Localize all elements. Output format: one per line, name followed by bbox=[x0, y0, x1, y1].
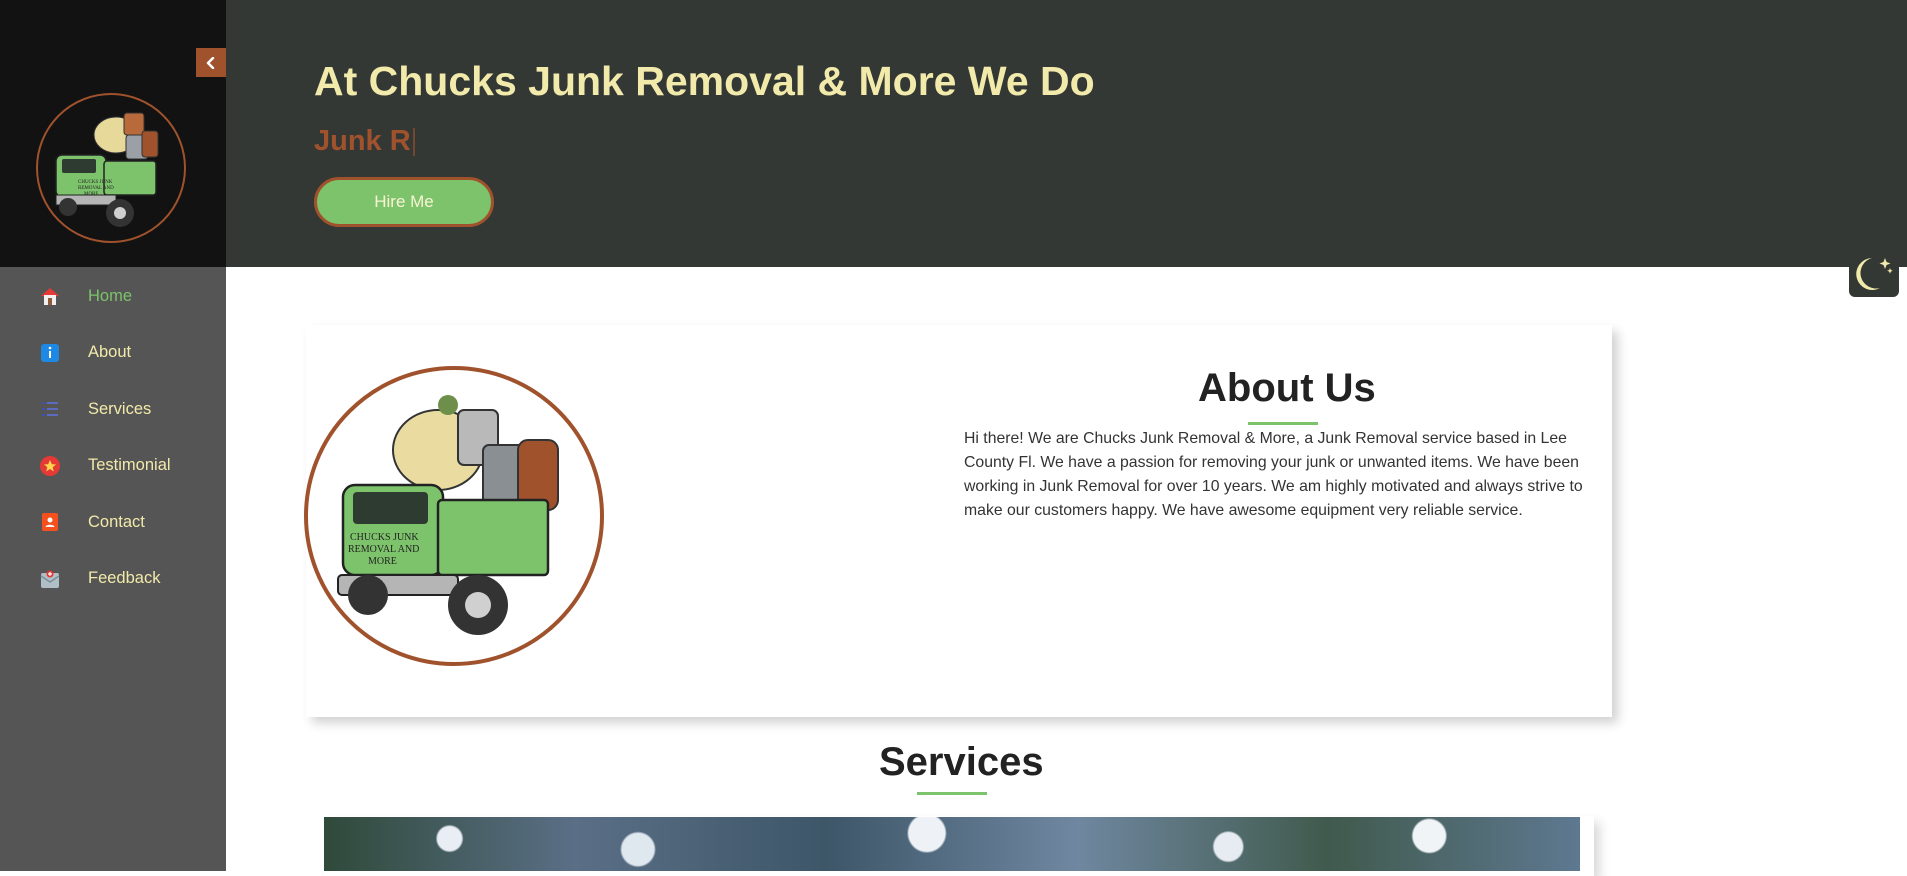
sidebar-item-label: Feedback bbox=[88, 569, 161, 588]
sidebar-item-about[interactable]: About bbox=[0, 325, 226, 382]
chevron-left-icon bbox=[206, 56, 215, 69]
sidebar-item-home[interactable]: Home bbox=[0, 268, 226, 325]
svg-text:REMOVAL AND: REMOVAL AND bbox=[348, 544, 419, 555]
dark-mode-toggle[interactable] bbox=[1849, 247, 1899, 297]
truck-logo-image: CHUCKS JUNK REMOVAL AND MORE bbox=[55, 112, 159, 227]
typing-caret bbox=[412, 128, 415, 157]
sidebar-item-label: Services bbox=[88, 399, 152, 418]
logo: CHUCKS JUNK REMOVAL AND MORE bbox=[36, 93, 186, 243]
list-icon bbox=[38, 397, 62, 421]
sidebar-item-contact[interactable]: Contact bbox=[0, 494, 226, 551]
hero-title: At Chucks Junk Removal & More We Do bbox=[314, 58, 1095, 104]
svg-text:MORE: MORE bbox=[84, 192, 98, 197]
sidebar-item-feedback[interactable]: Feedback bbox=[0, 551, 226, 608]
hero-typed-text: Junk R bbox=[314, 125, 415, 158]
sidebar-nav: Home About Services Testimonial Contact bbox=[0, 268, 226, 607]
moon-icon bbox=[1856, 258, 1893, 290]
hire-me-button[interactable]: Hire Me bbox=[314, 177, 494, 227]
sidebar-item-label: Home bbox=[88, 286, 133, 305]
services-heading: Services bbox=[879, 740, 1044, 784]
sidebar-item-testimonial[interactable]: Testimonial bbox=[0, 438, 226, 495]
home-icon bbox=[38, 284, 62, 308]
heading-underline bbox=[1248, 422, 1318, 425]
about-truck-image: CHUCKS JUNK REMOVAL AND MORE bbox=[304, 366, 604, 666]
sidebar-item-services[interactable]: Services bbox=[0, 381, 226, 438]
truck-door-text: CHUCKS JUNK bbox=[350, 532, 419, 543]
services-image bbox=[324, 817, 1580, 871]
sidebar-item-label: About bbox=[88, 343, 132, 362]
sidebar-toggle-button[interactable] bbox=[196, 48, 226, 77]
sidebar: CHUCKS JUNK REMOVAL AND MORE Home About … bbox=[0, 0, 226, 871]
heading-underline bbox=[917, 792, 987, 795]
feedback-icon bbox=[38, 567, 62, 591]
svg-text:MORE: MORE bbox=[368, 556, 397, 567]
info-icon bbox=[38, 341, 62, 365]
about-heading: About Us bbox=[1198, 366, 1376, 410]
hero-banner: At Chucks Junk Removal & More We Do Junk… bbox=[226, 0, 1907, 267]
logo-truck-text: CHUCKS JUNK bbox=[78, 180, 113, 185]
sidebar-header: CHUCKS JUNK REMOVAL AND MORE bbox=[0, 0, 226, 267]
star-icon bbox=[38, 454, 62, 478]
contact-icon bbox=[38, 510, 62, 534]
sidebar-item-label: Contact bbox=[88, 512, 145, 531]
svg-text:REMOVAL AND: REMOVAL AND bbox=[78, 186, 114, 191]
sidebar-item-label: Testimonial bbox=[88, 456, 171, 475]
about-description: Hi there! We are Chucks Junk Removal & M… bbox=[964, 430, 1583, 519]
